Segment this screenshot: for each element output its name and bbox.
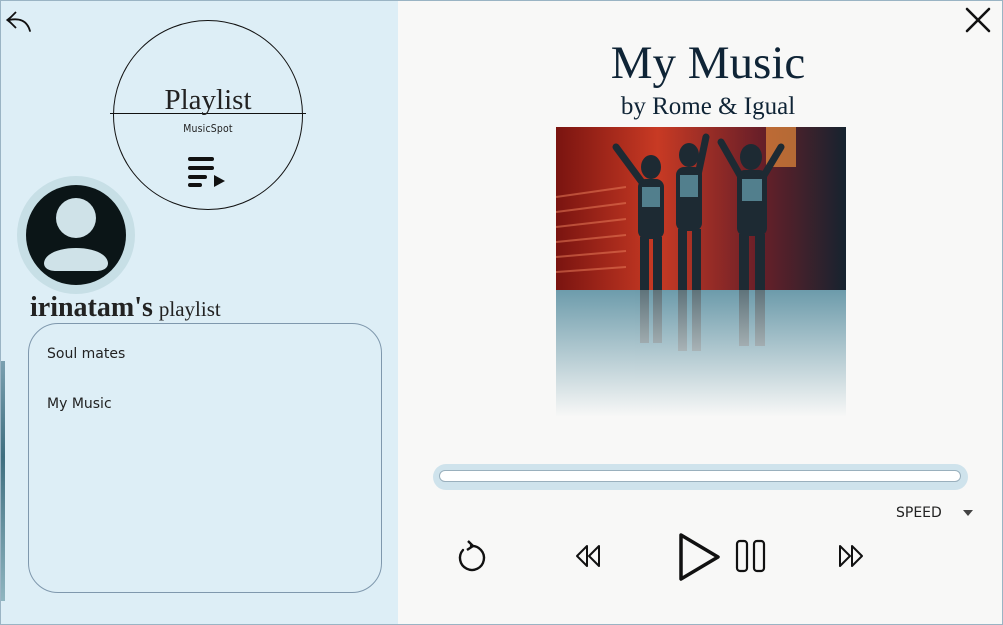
logo-title: Playlist [164, 84, 252, 116]
undo-icon[interactable] [5, 8, 33, 34]
username-heading: irinatam's playlist [30, 292, 221, 324]
play-icon[interactable] [677, 532, 721, 582]
avatar[interactable] [26, 185, 126, 285]
username-suffix: playlist [158, 297, 221, 321]
playlist-list [28, 323, 382, 593]
song-artist: by Rome & Igual [620, 93, 796, 120]
playlist-item-my-music[interactable]: My Music [47, 396, 112, 412]
username: irinatam's [30, 292, 153, 323]
playlist-play-icon [188, 157, 225, 187]
rewind-icon[interactable] [575, 544, 601, 568]
progress-bar[interactable] [439, 470, 961, 482]
fast-forward-icon[interactable] [838, 544, 864, 568]
user-icon [44, 198, 108, 271]
speed-dropdown[interactable]: SPEED [896, 505, 942, 521]
logo-subtitle: MusicSpot [183, 122, 233, 135]
chevron-down-icon[interactable] [963, 510, 973, 516]
background-edge [1, 361, 5, 601]
replay-icon[interactable] [454, 540, 488, 574]
pause-icon[interactable] [735, 539, 767, 573]
close-icon[interactable] [963, 5, 993, 35]
album-cover [556, 127, 846, 417]
playlist-item-soul-mates[interactable]: Soul mates [47, 346, 125, 362]
song-title: My Music [610, 37, 806, 89]
